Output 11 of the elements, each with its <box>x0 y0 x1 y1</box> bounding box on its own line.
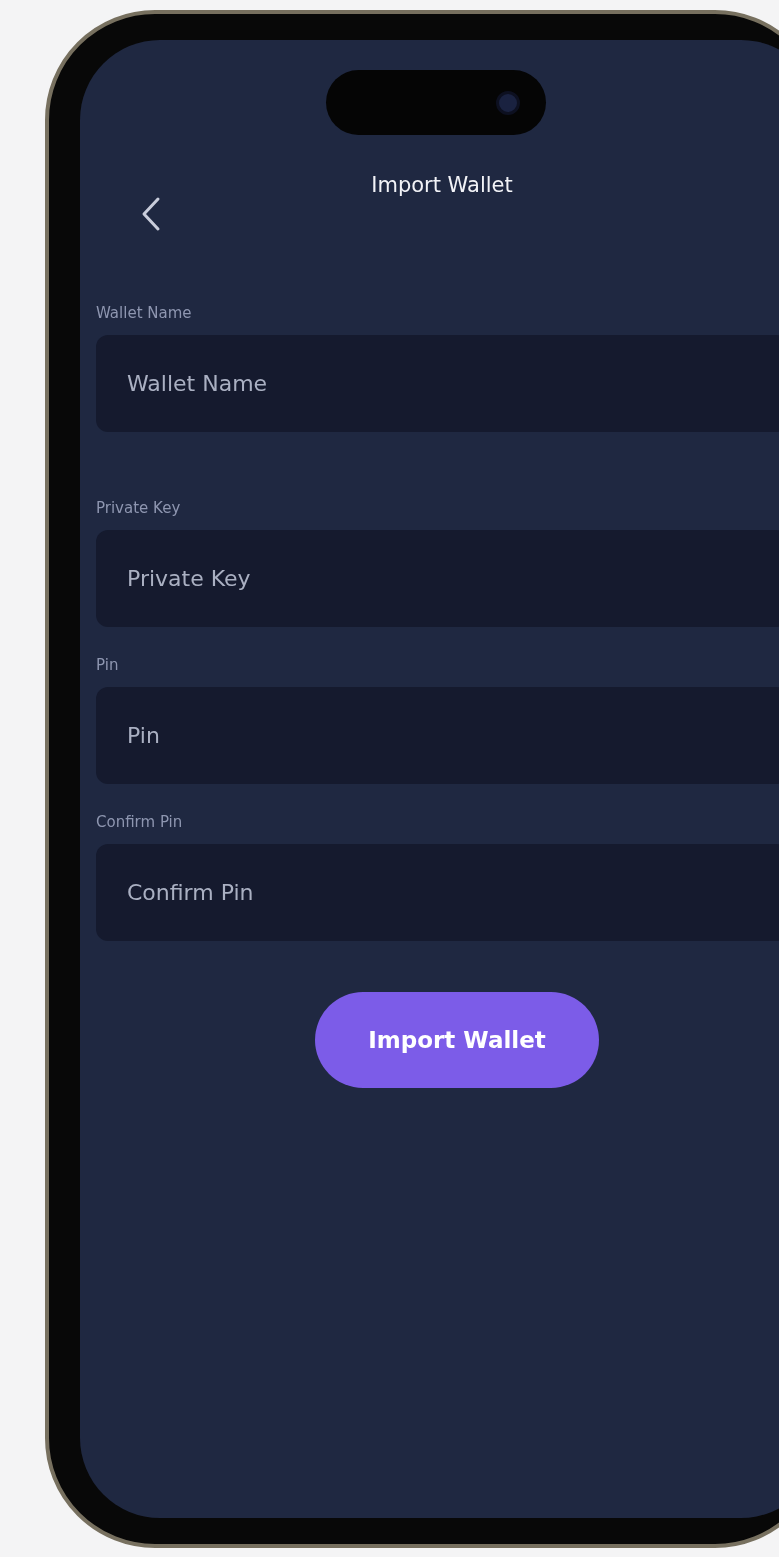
input-field[interactable]: Confirm Pin <box>96 844 779 941</box>
input-field[interactable]: Pin <box>96 687 779 784</box>
screen-title: Import Wallet <box>371 173 513 197</box>
input-field[interactable]: Private Key <box>96 530 779 627</box>
import-wallet-button[interactable]: Import Wallet <box>315 992 599 1088</box>
field-label: Confirm Pin <box>96 812 184 833</box>
field-label: Private Key <box>96 498 182 519</box>
camera-icon <box>496 90 520 115</box>
field-label: Wallet Name <box>96 303 193 324</box>
input-field[interactable]: Wallet Name <box>96 335 779 432</box>
field-label: Pin <box>96 655 120 676</box>
